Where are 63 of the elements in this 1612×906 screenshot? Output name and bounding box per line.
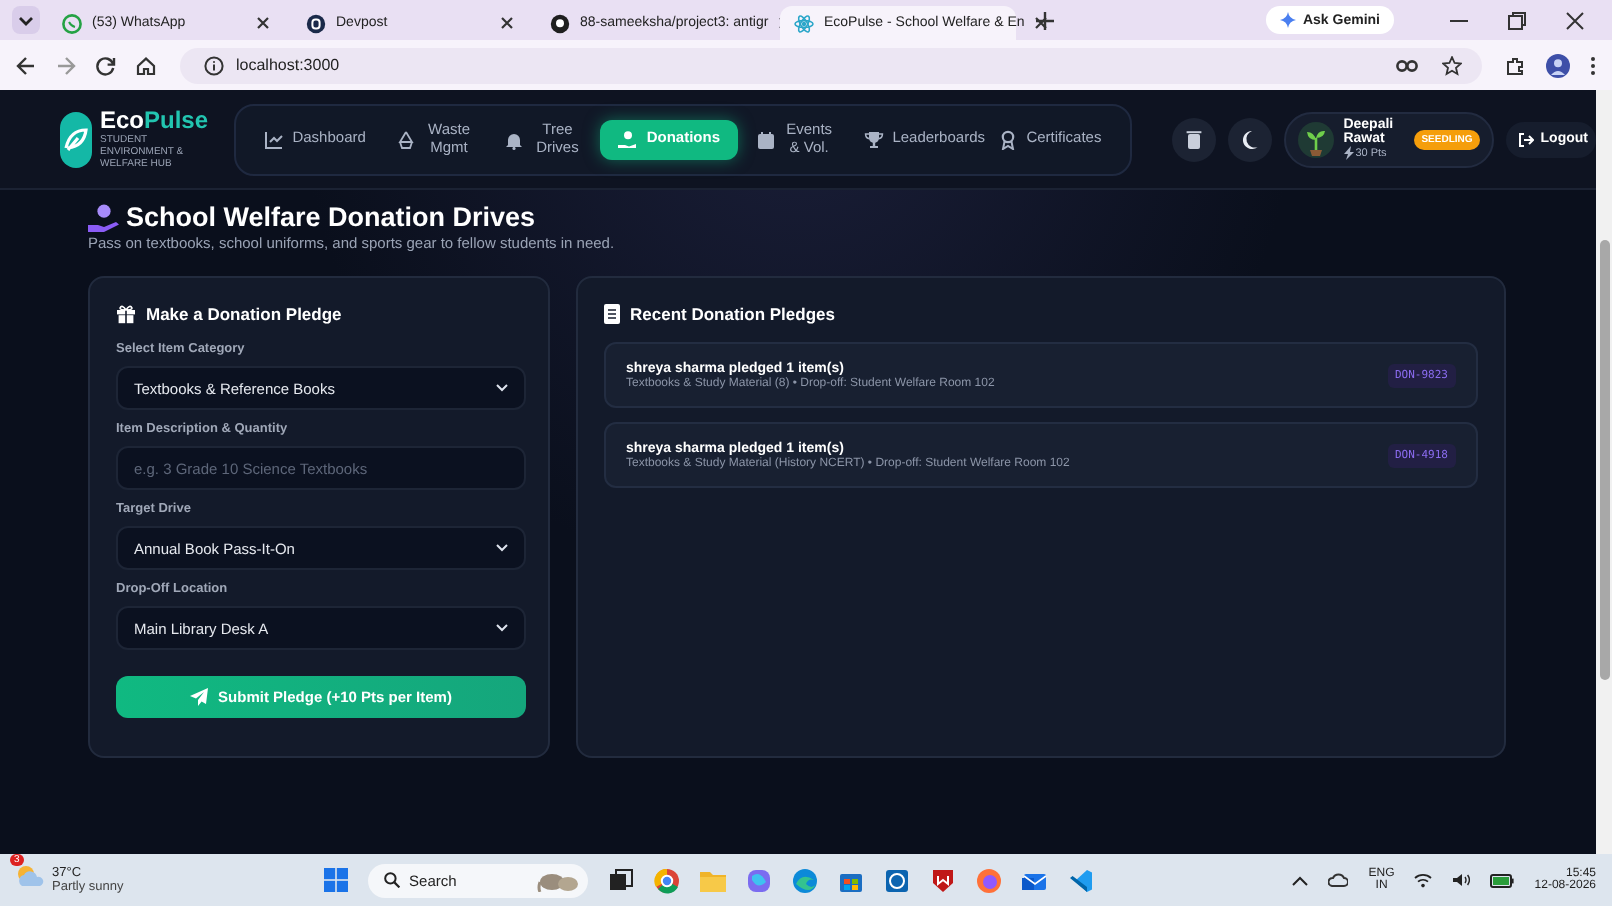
scrollbar[interactable] (1596, 90, 1612, 854)
star-icon[interactable] (1442, 55, 1462, 75)
more-menu-icon[interactable] (1590, 55, 1596, 75)
brand-name-start: Eco (100, 105, 145, 134)
moon-icon[interactable] (1227, 117, 1272, 161)
swirl-app-icon[interactable] (745, 867, 772, 893)
close-icon[interactable] (1566, 11, 1584, 29)
code-editor-icon[interactable] (1067, 867, 1094, 893)
url-text: localhost:3000 (236, 56, 340, 74)
battery-icon[interactable] (1490, 873, 1515, 887)
leaf-logo-icon (60, 111, 92, 167)
wave-circle-icon[interactable] (791, 867, 818, 893)
close-icon[interactable] (500, 16, 514, 30)
card-title: Recent Donation Pledges (630, 304, 835, 324)
brand-name-accent: Pulse (144, 105, 209, 134)
speaker-icon[interactable] (1452, 872, 1471, 888)
chevron-down-icon (496, 544, 508, 552)
shield-icon[interactable] (929, 867, 956, 893)
new-tab-icon[interactable] (1036, 11, 1054, 29)
document-icon (604, 304, 620, 324)
task-view-icon[interactable] (607, 867, 634, 893)
sparkle-icon (1280, 12, 1297, 28)
back-arrow-icon[interactable] (16, 55, 36, 75)
cloud-sync-icon[interactable] (1328, 872, 1349, 888)
card-title: Make a Donation Pledge (146, 304, 342, 324)
chevron-up-icon[interactable] (1292, 875, 1309, 885)
info-icon (204, 55, 224, 75)
lightning-icon (1343, 146, 1354, 161)
close-icon[interactable] (256, 16, 270, 30)
page-title: School Welfare Donation Drives (126, 202, 536, 232)
line-chart-icon (264, 129, 285, 149)
ring-app-icon[interactable] (883, 867, 910, 893)
gift-icon (116, 304, 136, 324)
chat-bubble-icon (62, 13, 82, 33)
hand-person-icon (618, 129, 639, 149)
close-icon[interactable] (1034, 16, 1049, 30)
reload-icon[interactable] (96, 55, 116, 75)
forward-arrow-icon[interactable] (56, 55, 76, 75)
bell-icon (504, 129, 525, 149)
atom-icon (794, 13, 814, 33)
sun-cloud-icon (16, 864, 44, 888)
search-icon (383, 872, 400, 888)
donation-hand-icon (88, 203, 120, 231)
calendar-icon (756, 129, 776, 149)
chevron-down-icon (496, 384, 508, 392)
dropdown-icon[interactable] (12, 6, 40, 34)
elephant-drawing (535, 868, 580, 892)
chevron-down-icon (496, 624, 508, 632)
restore-icon[interactable] (1508, 11, 1526, 29)
sprout-icon (1297, 121, 1334, 157)
logout-icon (1518, 131, 1535, 147)
recycle-icon (395, 129, 416, 149)
wifi-icon[interactable] (1414, 872, 1433, 888)
trophy-icon (864, 129, 885, 149)
trash-icon[interactable] (1171, 117, 1216, 161)
browser-circle-icon[interactable] (653, 867, 680, 893)
windows-logo-icon[interactable] (323, 868, 348, 892)
paper-plane-icon (190, 688, 209, 706)
medal-icon (998, 129, 1019, 149)
address-bar[interactable]: localhost:3000 (180, 47, 1482, 83)
puzzle-icon[interactable] (1506, 55, 1526, 75)
avatar-icon[interactable] (1546, 53, 1570, 77)
home-icon[interactable] (136, 55, 156, 75)
